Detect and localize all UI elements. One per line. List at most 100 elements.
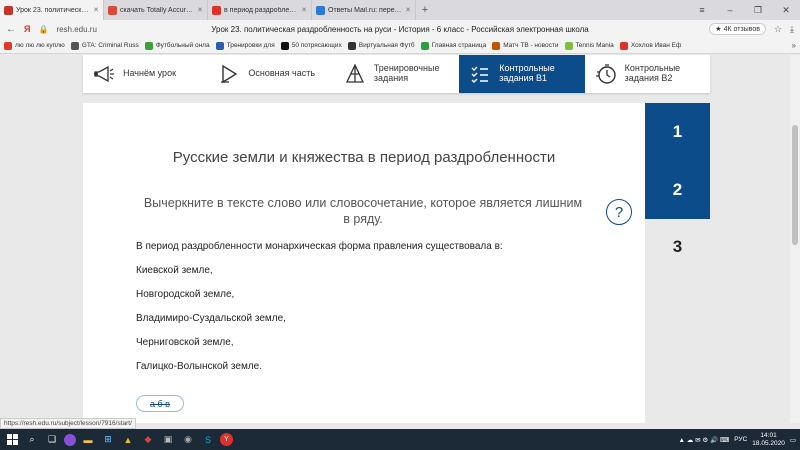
search-icon[interactable]: ⌕ [24,432,40,448]
bookmark-item[interactable]: лю лю лю куплю [4,41,65,50]
lesson-nav-label: Начнём урок [123,68,177,79]
close-icon[interactable]: ✕ [93,6,99,14]
app-icon-yellow[interactable]: ▲ [120,432,136,448]
status-url: https://resh.edu.ru/subject/lesson/7916/… [0,418,136,429]
scrollbar-thumb[interactable] [792,125,798,245]
timer-icon [595,63,617,85]
task-number-2[interactable]: 2 [645,161,710,219]
browser-tab[interactable]: Ответы Mail.ru: переход л ✕ [312,0,416,20]
os-taskbar: ⌕ ❑ ▬ ⊞ ▲ ◆ ▣ ◉ S Y ▲ ☁ ✉ ⚙ 🔊 ⌨ РУС 14:0… [0,429,800,450]
bookmarks-more-button[interactable]: » [792,41,796,50]
bookmark-favicon-icon [492,41,501,50]
bookmark-item[interactable]: Хохлов Иван Еф [619,41,681,50]
skype-icon[interactable]: S [200,432,216,448]
store-icon[interactable]: ⊞ [100,432,116,448]
alice-assistant-icon[interactable] [64,433,76,446]
browser-tab[interactable]: Урок 23. политическая р ✕ [0,0,104,20]
lesson-nav-label: Контрольные задания B1 [499,63,555,83]
page-viewport: Начнём урок Основная часть Тренировочные… [0,55,800,423]
answer-option[interactable]: Черниговской земле, [136,335,286,359]
tab-label: скачать Totally Accurate Ba [120,6,195,14]
megaphone-icon [93,63,115,85]
play-icon [218,63,240,85]
minimize-button[interactable]: – [716,0,744,20]
notification-icon[interactable]: ▭ [790,436,796,444]
system-tray: ▲ ☁ ✉ ⚙ 🔊 ⌨ РУС 14:01 18.05.2020 ▭ [679,432,796,446]
help-icon[interactable]: ? [606,199,632,225]
site-favicon-icon [316,5,325,15]
bookmark-icon[interactable]: ☆ [774,24,782,35]
bookmark-favicon-icon [4,41,12,50]
app-icon-dark[interactable]: ◉ [180,432,196,448]
clock-date: 18.05.2020 [752,439,785,447]
clock[interactable]: 14:01 18.05.2020 [752,432,785,446]
lesson-nav-control-b1[interactable]: Контрольные задания B1 [459,55,585,93]
close-icon[interactable]: ✕ [405,6,411,14]
site-favicon-icon [108,5,117,15]
bookmark-favicon-icon [70,41,79,50]
bookmarks-bar: лю лю лю куплю GTA: Criminal Russ Футбол… [0,38,800,54]
close-icon[interactable]: ✕ [301,6,307,14]
bookmark-item[interactable]: Тренировки для [215,41,275,50]
close-icon[interactable]: ✕ [197,6,203,14]
answer-option[interactable]: Новгородской земле, [136,287,286,311]
bookmark-favicon-icon [144,41,153,50]
lesson-nav-control-b2[interactable]: Контрольные задания B2 [585,55,710,93]
clock-time: 14:01 [760,432,777,440]
browser-tab-strip: Урок 23. политическая р ✕ скачать Totall… [0,0,800,20]
task-number-1[interactable]: 1 [645,103,710,161]
bookmark-item[interactable]: Виртуальная Футб [347,41,415,50]
page-scrollbar[interactable] [790,55,800,423]
lesson-nav-label: Контрольные задания B2 [624,63,681,83]
reviews-badge[interactable]: ★ 4К отзывов [709,23,766,35]
answer-option[interactable]: Галицко-Волынской земле. [136,359,286,383]
browser-tab[interactable]: скачать Totally Accurate Ba ✕ [104,0,208,20]
bookmark-favicon-icon [619,41,628,50]
task-number-nav: 1 2 3 [645,103,710,423]
app-icon-red[interactable]: ◆ [140,432,156,448]
bookmark-item[interactable]: Tennis Mania [564,41,614,50]
tab-label: Ответы Mail.ru: переход л [328,6,402,14]
new-tab-button[interactable]: + [416,0,434,20]
browser-tab[interactable]: в период раздробленност ✕ [208,0,312,20]
lesson-nav-training[interactable]: Тренировочные задания [334,55,459,93]
lesson-nav-main[interactable]: Основная часть [208,55,333,93]
bookmark-item[interactable]: Матч ТВ - новости [492,41,559,50]
bookmark-item[interactable]: GTA: Criminal Russ [70,41,139,50]
windows-start-icon[interactable] [4,432,20,448]
restore-button[interactable]: ❐ [744,0,772,20]
tab-label: Урок 23. политическая р [16,6,91,14]
bookmark-favicon-icon [215,41,224,50]
checklist-icon [469,63,491,85]
lesson-nav-start[interactable]: Начнём урок [83,55,208,93]
tray-icons[interactable]: ▲ ☁ ✉ ⚙ 🔊 ⌨ [679,436,730,444]
answer-option[interactable]: Киевской земле, [136,263,286,287]
strikethrough-mode-button[interactable]: а б в [136,395,184,412]
file-explorer-icon[interactable]: ▬ [80,432,96,448]
yandex-browser-icon[interactable]: Y [220,433,233,446]
page-title: Урок 23. политическая раздробленность на… [211,24,589,34]
menu-icon[interactable]: ≡ [688,0,716,20]
task-number-3[interactable]: 3 [645,218,710,276]
task-view-icon[interactable]: ❑ [44,432,60,448]
url-domain[interactable]: resh.edu.ru [56,25,96,34]
answer-options: Киевской земле, Новгородской земле, Влад… [136,263,286,383]
bookmark-item[interactable]: Главная страница [420,41,486,50]
lesson-nav: Начнём урок Основная часть Тренировочные… [83,55,710,93]
app-icon-gray[interactable]: ▣ [160,432,176,448]
close-window-button[interactable]: ✕ [772,0,800,20]
task-question: В период раздробленности монархическая ф… [136,241,503,252]
lesson-nav-label: Тренировочные задания [373,63,440,83]
bookmark-item[interactable]: 50 потрясающих [280,41,342,50]
yandex-logo-icon[interactable]: Я [24,24,30,34]
download-icon[interactable]: ⤓ [790,24,794,35]
back-arrow-icon[interactable]: ← [6,24,16,35]
lesson-nav-label: Основная часть [248,68,316,79]
language-indicator[interactable]: РУС [734,436,747,443]
bookmark-favicon-icon [280,41,289,50]
task-title: Русские земли и княжества в период раздр… [172,149,556,166]
site-favicon-icon [4,5,13,15]
tab-label: в период раздробленност [224,6,298,14]
bookmark-item[interactable]: Футбольный онла [144,41,210,50]
answer-option[interactable]: Владимиро-Суздальской земле, [136,311,286,335]
